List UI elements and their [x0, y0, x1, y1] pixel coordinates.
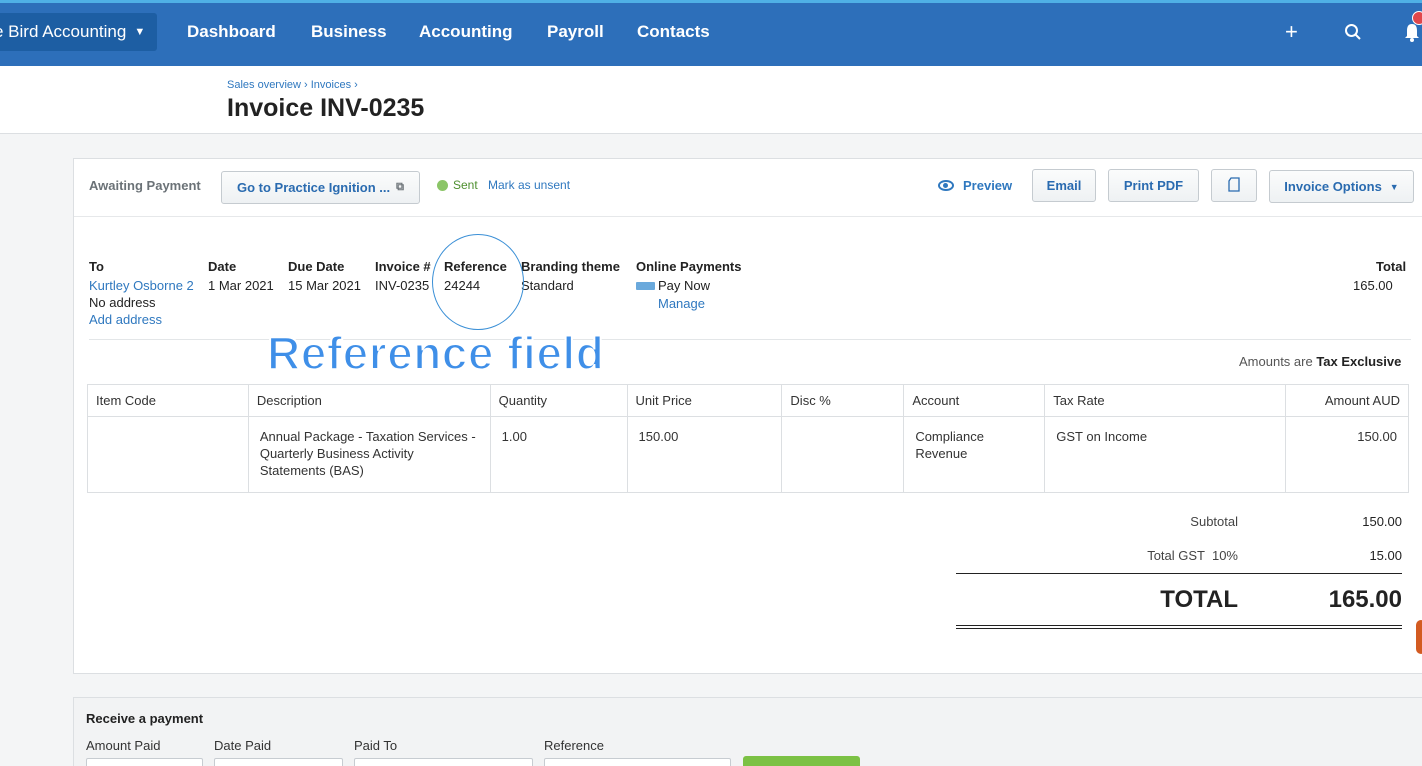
gst-value: 15.00: [1369, 548, 1402, 563]
side-marker: [1416, 620, 1422, 654]
column-header: Disc %: [781, 384, 905, 417]
invoice-number-label: Invoice #: [375, 259, 431, 274]
chevron-down-icon: ▼: [1389, 181, 1399, 192]
add-address-link[interactable]: Add address: [89, 312, 162, 327]
nav-dashboard[interactable]: Dashboard: [187, 22, 276, 42]
totals-divider: [956, 573, 1402, 574]
due-date: 15 Mar 2021: [288, 278, 361, 293]
double-underline: [956, 625, 1402, 629]
practice-ignition-button[interactable]: Go to Practice Ignition ... ⧉: [221, 171, 420, 204]
nav-business[interactable]: Business: [311, 22, 387, 42]
paid-to-select[interactable]: [354, 758, 533, 766]
amounts-prefix: Amounts are: [1239, 354, 1313, 369]
print-pdf-button[interactable]: Print PDF: [1108, 169, 1199, 202]
organisation-name: e Bird Accounting: [0, 22, 127, 41]
column-header: Account: [903, 384, 1046, 417]
account-cell: Compliance Revenue: [903, 416, 1046, 493]
eye-icon: [938, 180, 954, 191]
external-link-icon: ⧉: [396, 181, 404, 193]
column-header: Quantity: [489, 384, 628, 417]
invoice-options-button[interactable]: Invoice Options ▼: [1269, 170, 1414, 203]
amount-paid-label: Amount Paid: [86, 738, 161, 753]
column-header: Amount AUD: [1285, 384, 1409, 417]
unit-price-cell: 150.00: [626, 416, 783, 493]
organisation-menu-button[interactable]: e Bird Accounting ▼: [0, 13, 158, 51]
invoice-card: Awaiting Payment Go to Practice Ignition…: [73, 158, 1422, 674]
date-paid-label: Date Paid: [214, 738, 272, 753]
column-header: Unit Price: [626, 384, 783, 417]
contact-link[interactable]: Kurtley Osborne 2: [89, 278, 194, 293]
invoice-number: INV-0235: [375, 278, 430, 293]
amounts-mode-text: Amounts are Tax Exclusive: [1239, 354, 1401, 369]
manage-link[interactable]: Manage: [658, 296, 705, 311]
nav-contacts[interactable]: Contacts: [637, 22, 710, 42]
amounts-mode: Tax Exclusive: [1316, 354, 1402, 369]
nav-accounting[interactable]: Accounting: [419, 22, 513, 42]
credit-card-icon: [636, 282, 655, 290]
payment-reference-input[interactable]: [544, 758, 731, 766]
page-header: Sales overview › Invoices › Invoice INV-…: [0, 66, 1422, 134]
column-header: Tax Rate: [1044, 384, 1287, 417]
tax-rate-cell: GST on Income: [1044, 416, 1287, 493]
table-header-row: Item Code Description Quantity Unit Pric…: [87, 384, 1409, 417]
payment-reference-label: Reference: [544, 738, 604, 753]
highlight-circle: [432, 234, 524, 330]
practice-ignition-label: Go to Practice Ignition ...: [237, 180, 391, 195]
search-icon[interactable]: [1344, 23, 1362, 45]
add-payment-button[interactable]: [743, 756, 860, 766]
receive-payment-title: Receive a payment: [86, 711, 204, 726]
gst-label: Total GST 10%: [1147, 548, 1238, 563]
notification-badge: [1412, 11, 1422, 25]
paid-to-label: Paid To: [354, 738, 398, 753]
date-label: Date: [208, 259, 237, 274]
chevron-down-icon: ▼: [134, 26, 146, 38]
amount-paid-input[interactable]: [86, 758, 203, 766]
grand-total-value: 165.00: [1328, 586, 1402, 613]
branding-theme-label: Branding theme: [521, 259, 620, 274]
bell-icon[interactable]: [1404, 23, 1420, 47]
plus-icon[interactable]: +: [1285, 21, 1298, 43]
to-label: To: [89, 259, 104, 274]
subtotal-value: 150.00: [1362, 514, 1402, 529]
nav-payroll[interactable]: Payroll: [547, 22, 604, 42]
breadcrumb[interactable]: Sales overview › Invoices ›: [227, 79, 358, 91]
discount-cell: [781, 416, 905, 493]
invoice-options-label: Invoice Options: [1284, 179, 1382, 194]
date-paid-input[interactable]: [214, 758, 343, 766]
amount-cell: 150.00: [1285, 416, 1409, 493]
email-button[interactable]: Email: [1032, 169, 1096, 202]
item-code-cell: [87, 416, 249, 493]
preview-button[interactable]: Preview: [938, 178, 1012, 193]
sent-status: Sent: [453, 178, 478, 192]
annotation-label: Reference field: [266, 326, 605, 380]
grand-total-label: TOTAL: [1160, 586, 1238, 613]
column-header: Item Code: [87, 384, 249, 417]
table-row: Annual Package - Taxation Services - Qua…: [87, 416, 1409, 493]
total-label: Total: [1376, 259, 1407, 274]
subtotal-label: Subtotal: [1190, 514, 1238, 529]
invoice-toolbar: Awaiting Payment Go to Practice Ignition…: [74, 159, 1422, 217]
copy-icon: [1228, 176, 1240, 195]
due-date-label: Due Date: [288, 259, 345, 274]
pay-now-text: Pay Now: [658, 278, 711, 293]
status-label: Awaiting Payment: [89, 178, 201, 193]
preview-label: Preview: [963, 178, 1013, 193]
column-header: Description: [247, 384, 491, 417]
top-navigation-bar: e Bird Accounting ▼ Dashboard Business A…: [0, 0, 1422, 66]
invoice-date: 1 Mar 2021: [208, 278, 274, 293]
description-cell: Annual Package - Taxation Services - Qua…: [247, 416, 491, 493]
branding-theme-value: Standard: [521, 278, 574, 293]
no-address-text: No address: [89, 295, 156, 310]
page-title: Invoice INV-0235: [227, 94, 425, 122]
receive-payment-panel: Receive a payment Amount Paid Date Paid …: [73, 697, 1422, 766]
check-icon: [437, 180, 448, 191]
quantity-cell: 1.00: [489, 416, 628, 493]
online-payments-label: Online Payments: [636, 259, 742, 274]
mark-as-unsent-link[interactable]: Mark as unsent: [488, 178, 570, 192]
total-value: 165.00: [1353, 278, 1393, 293]
line-items-table: Item Code Description Quantity Unit Pric…: [87, 384, 1409, 493]
copy-button[interactable]: [1211, 169, 1257, 202]
